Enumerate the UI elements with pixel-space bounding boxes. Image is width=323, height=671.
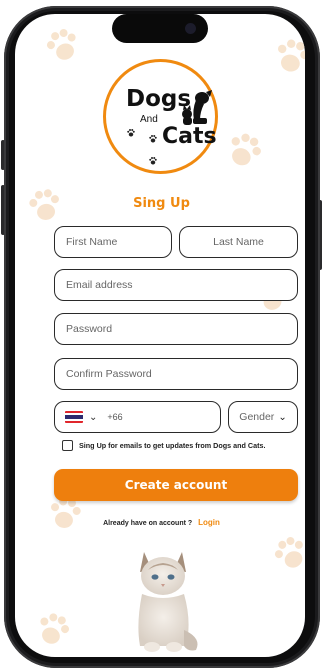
email-field[interactable] xyxy=(54,269,298,301)
paw-print-icon xyxy=(274,537,303,568)
paw-small-icon xyxy=(149,157,157,165)
newsletter-row[interactable]: Sing Up for emails to get updates from D… xyxy=(62,440,266,451)
newsletter-checkbox[interactable] xyxy=(62,440,73,451)
paw-print-icon xyxy=(46,29,76,60)
gender-select[interactable]: Gender ⌄ xyxy=(228,401,298,433)
email-input[interactable] xyxy=(55,279,297,291)
last-name-input[interactable] xyxy=(180,236,297,248)
paw-print-icon xyxy=(278,39,305,72)
create-account-button[interactable]: Create account xyxy=(54,469,298,501)
password-input[interactable] xyxy=(55,323,297,335)
confirm-password-input[interactable] xyxy=(55,368,297,380)
paw-small-icon xyxy=(127,129,135,137)
confirm-password-field[interactable] xyxy=(54,358,298,390)
first-name-input[interactable] xyxy=(55,236,171,248)
logo-text-and: And xyxy=(140,114,158,125)
password-field[interactable] xyxy=(54,313,298,345)
paw-small-icon xyxy=(149,135,157,143)
chevron-down-icon: ⌄ xyxy=(278,411,287,423)
login-prompt-text: Already have on account ? xyxy=(103,520,193,527)
page-title: Sing Up xyxy=(133,196,190,211)
camera-icon xyxy=(185,23,196,34)
login-prompt-row: Already have on account ? Login xyxy=(0,518,323,527)
paw-print-icon xyxy=(231,133,261,166)
dog-cat-silhouette-icon xyxy=(182,90,212,125)
login-link[interactable]: Login xyxy=(198,518,220,527)
thailand-flag-icon[interactable] xyxy=(65,411,83,423)
gender-label: Gender xyxy=(239,411,275,423)
phone-number-field[interactable]: ⌄ +66 xyxy=(54,401,221,433)
dynamic-island xyxy=(112,14,208,43)
newsletter-label: Sing Up for emails to get updates from D… xyxy=(79,441,266,450)
paw-print-icon xyxy=(40,613,70,644)
dial-code: +66 xyxy=(107,412,123,422)
cat-illustration xyxy=(138,552,198,652)
app-logo: Dogs And Cats xyxy=(103,59,218,174)
first-name-field[interactable] xyxy=(54,226,172,258)
chevron-down-icon[interactable]: ⌄ xyxy=(89,412,97,423)
last-name-field[interactable] xyxy=(179,226,298,258)
